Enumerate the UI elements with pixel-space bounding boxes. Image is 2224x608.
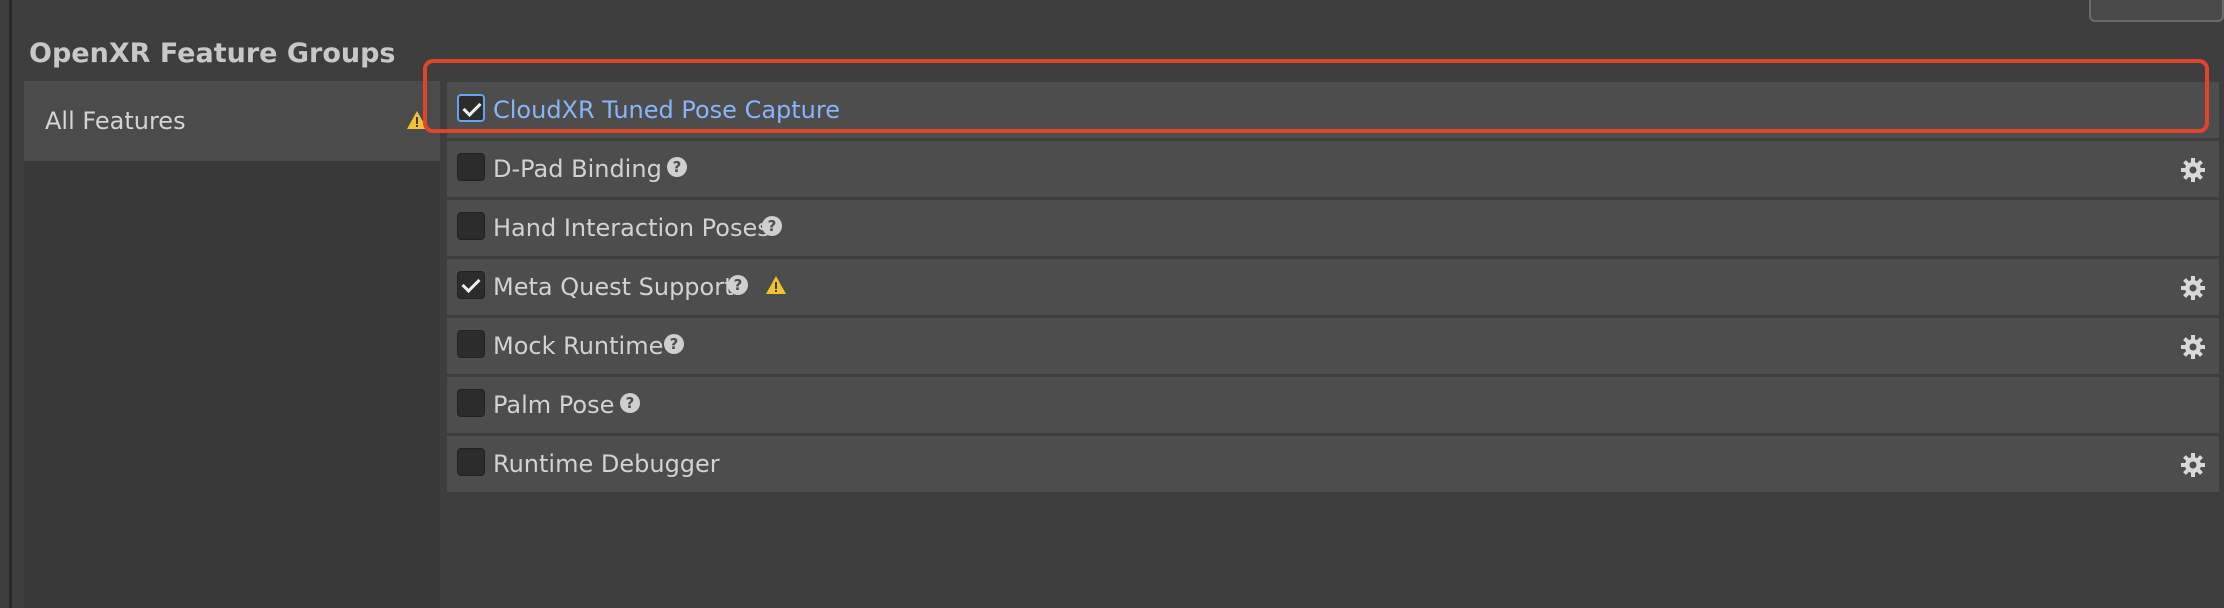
gear-icon[interactable] — [2180, 452, 2206, 478]
feature-row-hand-interaction-poses[interactable]: Hand Interaction Poses ? — [447, 200, 2219, 256]
feature-checkbox[interactable] — [457, 330, 485, 358]
feature-label: Runtime Debugger — [493, 450, 720, 478]
feature-label: Hand Interaction Poses — [493, 214, 770, 242]
section-title: OpenXR Feature Groups — [29, 38, 396, 69]
feature-checkbox[interactable] — [457, 448, 485, 476]
feature-label: Meta Quest Support — [493, 273, 734, 301]
help-icon[interactable]: ? — [728, 275, 748, 295]
help-icon[interactable]: ? — [667, 157, 687, 177]
add-remove-toolbar — [2089, 0, 2224, 22]
gear-icon[interactable] — [2180, 275, 2206, 301]
warning-icon — [766, 276, 786, 294]
openxr-settings-panel: OpenXR Feature Groups All Features Cloud… — [0, 0, 2224, 608]
feature-row-d-pad-binding[interactable]: D-Pad Binding ? — [447, 141, 2219, 197]
feature-row-runtime-debugger[interactable]: Runtime Debugger — [447, 436, 2219, 492]
help-icon[interactable]: ? — [620, 393, 640, 413]
gear-icon[interactable] — [2180, 157, 2206, 183]
feature-groups-sidebar: All Features — [24, 81, 440, 608]
help-icon[interactable]: ? — [664, 334, 684, 354]
sidebar-item-all-features[interactable]: All Features — [24, 81, 440, 161]
feature-row-meta-quest-support[interactable]: Meta Quest Support ? — [447, 259, 2219, 315]
feature-checkbox[interactable] — [457, 153, 485, 181]
highlight-annotation — [423, 59, 2209, 133]
feature-row-palm-pose[interactable]: Palm Pose ? — [447, 377, 2219, 433]
feature-checkbox[interactable] — [457, 389, 485, 417]
feature-label: Mock Runtime — [493, 332, 664, 360]
gear-icon[interactable] — [2180, 334, 2206, 360]
feature-checkbox[interactable] — [457, 212, 485, 240]
minus-icon[interactable] — [2166, 0, 2190, 14]
panel-edge — [9, 0, 12, 608]
plus-icon[interactable] — [2111, 0, 2135, 14]
help-icon[interactable]: ? — [762, 216, 782, 236]
feature-label: Palm Pose — [493, 391, 615, 419]
feature-checkbox[interactable] — [457, 271, 485, 299]
feature-label: D-Pad Binding — [493, 155, 662, 183]
feature-row-mock-runtime[interactable]: Mock Runtime ? — [447, 318, 2219, 374]
sidebar-item-label: All Features — [45, 107, 186, 135]
